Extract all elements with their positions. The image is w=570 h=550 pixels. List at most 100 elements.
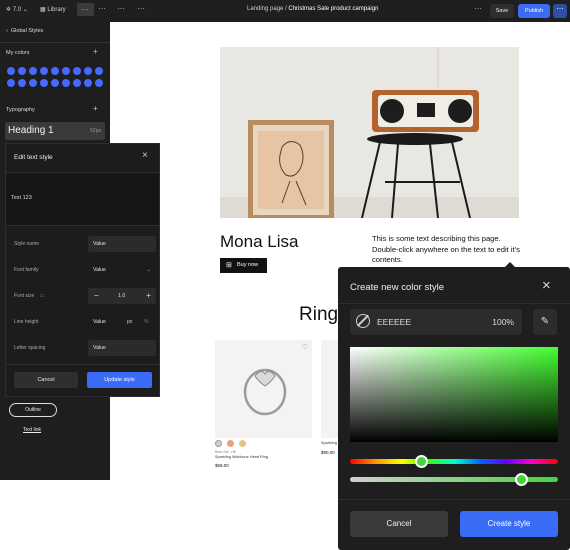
section-title[interactable]: Ring [299, 304, 338, 326]
font-size-stepper[interactable]: − 1.0 + [88, 288, 156, 304]
desktop-icon[interactable]: ▭ [40, 293, 45, 299]
create-color-style-modal: Create new color style × EEEEEE 100% ✎ C… [338, 267, 570, 550]
close-icon[interactable]: × [542, 277, 551, 294]
back-button[interactable]: ‹ Global Styles [6, 28, 43, 34]
breadcrumb-parent[interactable]: Landing page [247, 6, 283, 12]
chevron-down-icon: ⌄ [22, 7, 28, 13]
font-size-label: Font size ▭ [14, 293, 45, 299]
plus-icon[interactable]: + [146, 288, 151, 304]
publish-more-button[interactable]: ⋯ [553, 4, 567, 18]
minus-icon[interactable]: − [94, 288, 99, 304]
color-swatch[interactable] [7, 79, 15, 87]
color-swatch[interactable] [51, 67, 59, 75]
save-button[interactable]: Save [490, 4, 514, 18]
hex-input[interactable]: EEEEEE 100% [350, 309, 522, 335]
close-icon[interactable]: × [142, 150, 148, 161]
settings-icon: ✲ [6, 7, 12, 13]
edit-text-style-modal: Edit text style × Text 123 Style name Va… [5, 143, 160, 397]
page-description[interactable]: This is some text describing this page. … [372, 234, 522, 266]
style-name-input[interactable]: Value [88, 236, 156, 252]
color-swatch[interactable] [62, 67, 70, 75]
color-swatch[interactable] [62, 79, 70, 87]
color-saturation-picker[interactable] [350, 347, 558, 442]
divider [6, 364, 159, 365]
color-swatch[interactable] [18, 79, 26, 87]
page-title[interactable]: Mona Lisa [220, 232, 298, 252]
color-swatch[interactable] [18, 67, 26, 75]
create-style-button[interactable]: Create style [460, 511, 558, 537]
more-options-3[interactable]: ⋯ [117, 4, 126, 13]
grid-icon: ⊞ [226, 262, 232, 269]
swatch-rose[interactable] [226, 440, 234, 447]
line-height-input[interactable]: Value px % [88, 314, 156, 330]
color-swatch[interactable] [73, 67, 81, 75]
add-color-icon[interactable]: + [93, 47, 98, 56]
divider [338, 303, 570, 304]
color-swatch[interactable] [84, 79, 92, 87]
swatch-gold[interactable] [238, 440, 246, 447]
unit-px[interactable]: px [127, 314, 132, 330]
outline-button-style[interactable]: Outline [9, 403, 57, 417]
style-preview: Text 123 [6, 173, 159, 225]
hero-image [220, 47, 519, 218]
more-options-1[interactable]: ⋯ [77, 3, 94, 16]
hue-slider[interactable] [350, 459, 558, 464]
style-name-label: Style name [14, 241, 40, 247]
cancel-button[interactable]: Cancel [14, 372, 78, 388]
publish-button[interactable]: Publish [518, 4, 550, 18]
breadcrumb: Landing page / Christmas Sale product ca… [247, 6, 379, 12]
heading1-style-row[interactable]: Heading 1 52px [5, 122, 105, 140]
product-price-2: $90.00 [321, 450, 335, 455]
color-swatch[interactable] [95, 67, 103, 75]
eyedropper-icon[interactable]: ✎ [533, 309, 557, 335]
font-family-label: Font family [14, 267, 39, 273]
opacity-slider-handle[interactable] [515, 473, 528, 486]
version-menu[interactable]: ✲ 7.0 ⌄ [6, 6, 28, 13]
hero-illustration [220, 47, 519, 218]
ring-illustration [243, 368, 287, 416]
modal-title: Edit text style [14, 154, 53, 161]
product-name-1[interactable]: Sparkling Wishbone Heart Ring [215, 455, 268, 459]
cancel-button[interactable]: Cancel [350, 511, 448, 537]
color-swatch[interactable] [40, 79, 48, 87]
swatch-silver[interactable] [215, 440, 222, 447]
color-swatch[interactable] [84, 67, 92, 75]
chevron-down-icon: ⌄ [146, 267, 151, 273]
product-name-2[interactable]: Sparkling [321, 441, 337, 445]
colors-heading: My colors [6, 50, 30, 56]
heart-icon[interactable]: ♡ [302, 343, 308, 351]
more-options-5[interactable]: ⋯ [474, 4, 483, 13]
color-swatch[interactable] [29, 67, 37, 75]
hex-value: EEEEEE [377, 317, 412, 327]
update-style-button[interactable]: Update style [87, 372, 152, 388]
letter-spacing-input[interactable]: Value [88, 340, 156, 356]
product-price-1: $59.00 [215, 463, 229, 468]
modal-title: Create new color style [350, 282, 444, 293]
color-swatch[interactable] [73, 79, 81, 87]
no-fill-icon [356, 314, 370, 328]
color-swatch[interactable] [29, 79, 37, 87]
font-family-select[interactable]: Value ⌄ [88, 262, 156, 278]
hue-slider-handle[interactable] [415, 455, 428, 468]
library-button[interactable]: ▦ Library [40, 6, 66, 13]
unit-percent[interactable]: % [144, 314, 149, 330]
text-link-style[interactable]: Text link [23, 427, 41, 433]
product-swatches [215, 440, 246, 449]
more-options-4[interactable]: ⋯ [137, 4, 146, 13]
breadcrumb-current: Christmas Sale product campaign [288, 6, 379, 12]
add-typography-icon[interactable]: + [93, 104, 98, 113]
color-swatch[interactable] [40, 67, 48, 75]
typography-heading: Typography [6, 107, 35, 113]
buy-now-button[interactable]: ⊞ Buy now [220, 258, 267, 273]
product-badge: Best Sel...rfill [215, 450, 236, 454]
product-image-2[interactable] [321, 340, 339, 438]
opacity-value[interactable]: 100% [492, 317, 514, 327]
color-swatch[interactable] [7, 67, 15, 75]
color-swatch[interactable] [95, 79, 103, 87]
color-swatch[interactable] [51, 79, 59, 87]
divider [6, 225, 159, 226]
library-icon: ▦ [40, 7, 46, 13]
line-height-label: Line height [14, 319, 39, 325]
more-options-2[interactable]: ⋯ [98, 4, 107, 13]
product-image-1[interactable]: ♡ [215, 340, 312, 438]
